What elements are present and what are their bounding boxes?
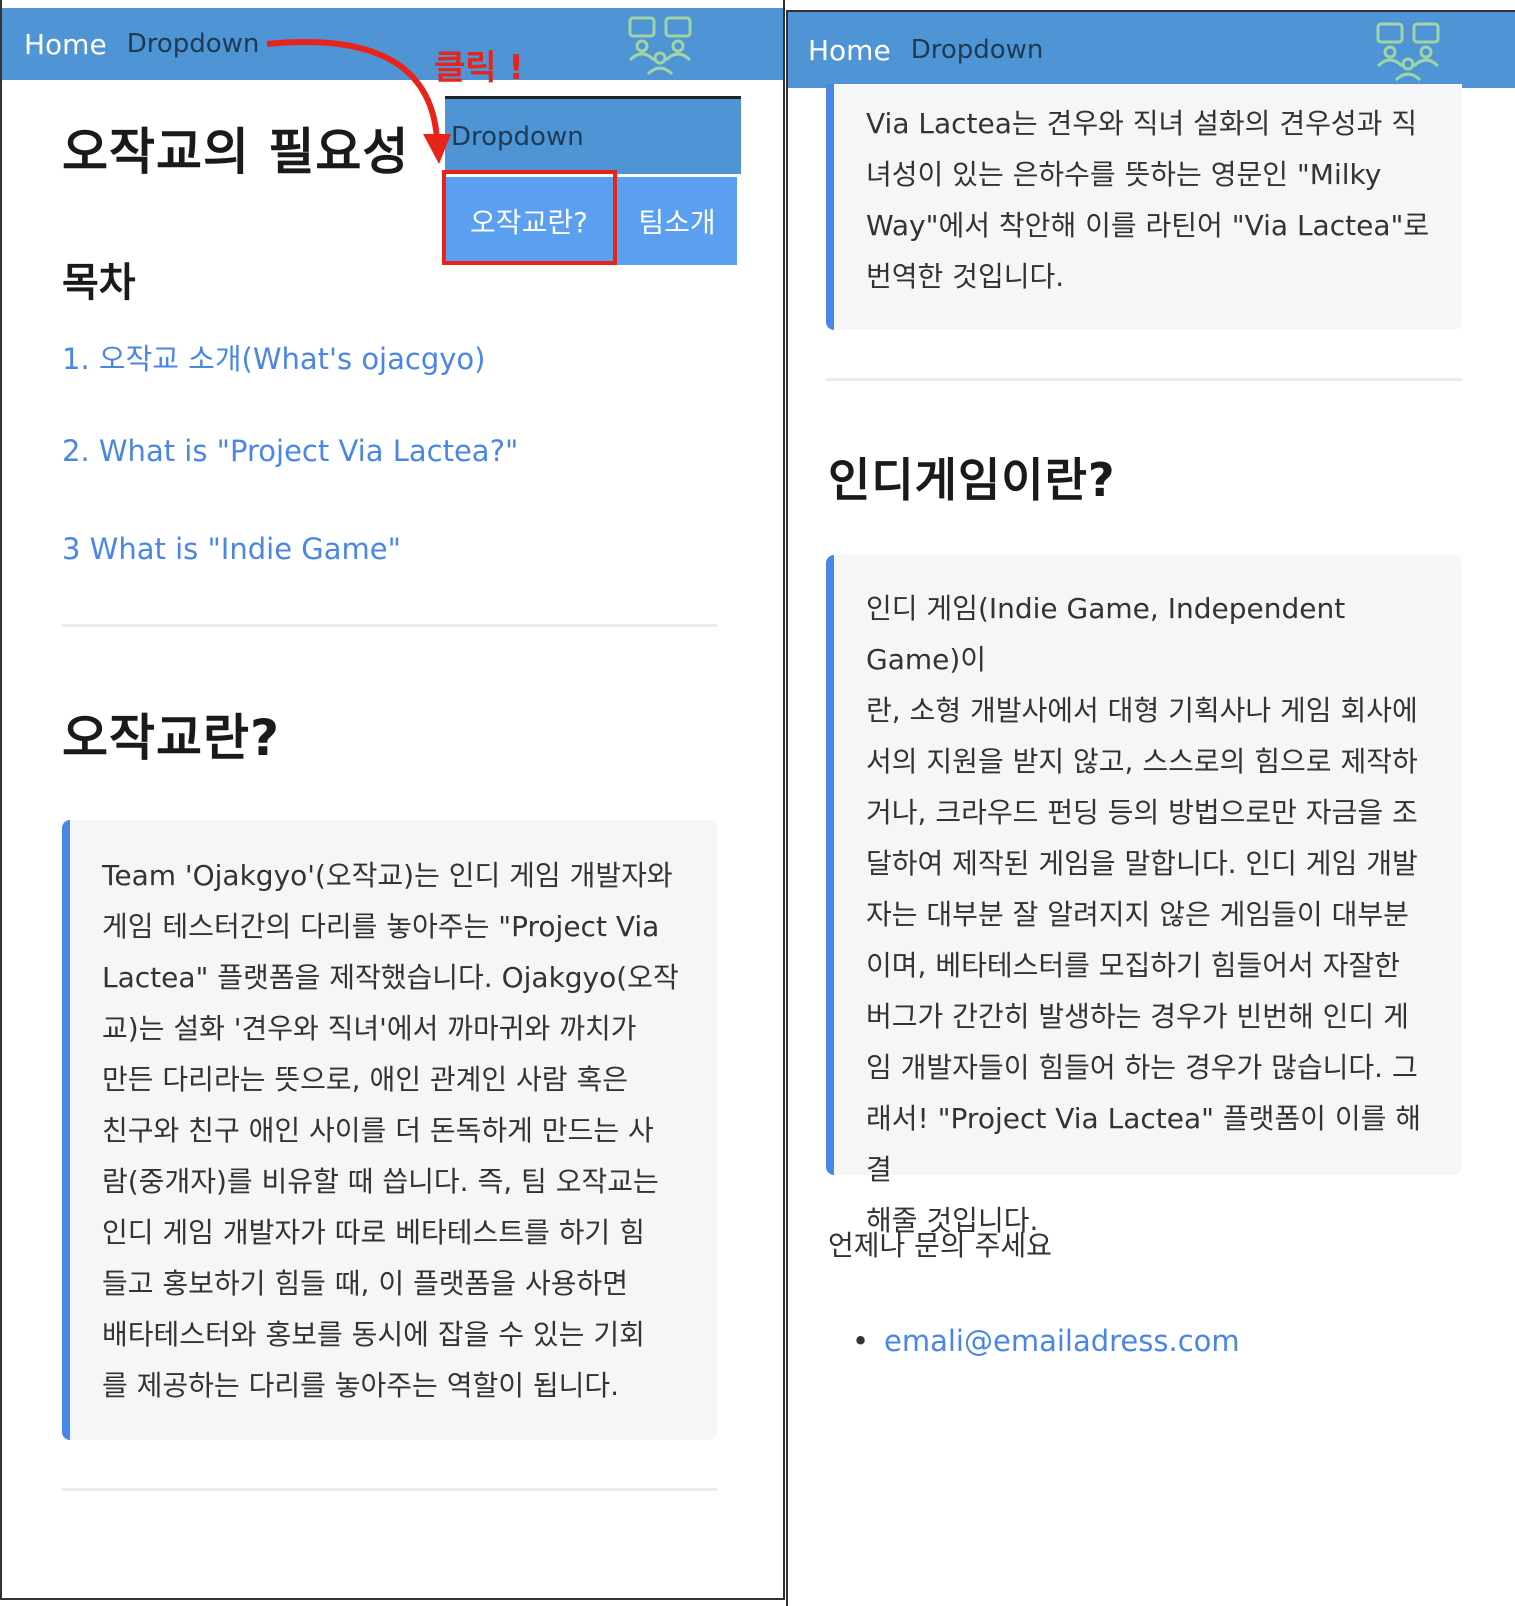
callout-line: Lactea" 플랫폼을 제작했습니다. Ojakgyo(오작 (102, 961, 679, 994)
left-screenshot-panel: Home Dropdown 오작교의 필요성 목차 1. 오작교 소개(What… (0, 0, 785, 1600)
email-link[interactable]: emali@emailadress.com (884, 1324, 1240, 1358)
click-highlight-box (442, 170, 617, 265)
callout-line: 교)는 설화 '견우와 직녀'에서 까마귀와 까치가 (102, 1012, 637, 1045)
callout-line: 들고 홍보하기 힘들 때, 이 플랫폼을 사용하면 (102, 1267, 628, 1300)
callout-line: Team 'Ojakgyo'(오작교)는 인디 게임 개발자와 (102, 859, 673, 892)
curved-arrow-icon (266, 38, 451, 164)
callout-line: Via Lactea는 견우와 직녀 설화의 견우성과 직 (866, 107, 1418, 140)
divider (826, 378, 1462, 381)
navbar: Home Dropdown (788, 12, 1515, 88)
section-title-indie: 인디게임이란? (828, 453, 1116, 507)
callout-line: 친구와 친구 애인 사이를 더 돈독하게 만드는 사 (102, 1114, 654, 1147)
callout-line: 게임 테스터간의 다리를 놓아주는 "Project Via (102, 910, 660, 943)
list-bullet: • (852, 1324, 870, 1358)
callout-line: 자는 대부분 잘 알려지지 않은 게임들이 대부분 (866, 898, 1409, 931)
divider (62, 624, 717, 627)
nav-home-link[interactable]: Home (808, 34, 891, 67)
callout-line: 배타테스터와 홍보를 동시에 잡을 수 있는 기회 (102, 1318, 645, 1351)
callout-line: 임 개발자들이 힘들어 하는 경우가 많습니다. 그 (866, 1051, 1418, 1084)
team-people-icon (628, 16, 692, 76)
callout-line: 번역한 것입니다. (866, 260, 1065, 293)
via-lactea-callout: Via Lactea는 견우와 직녀 설화의 견우성과 직 녀성이 있는 은하수… (826, 84, 1462, 330)
callout-line: 란, 소형 개발사에서 대형 기획사나 게임 회사에 (866, 694, 1418, 727)
callout-line: 인디 게임 개발자가 따로 베타테스트를 하기 힘 (102, 1216, 645, 1249)
nav-dropdown-toggle[interactable]: Dropdown (127, 29, 260, 59)
toc-link-3[interactable]: 3 What is "Indie Game" (62, 532, 401, 566)
toc-link-2[interactable]: 2. What is "Project Via Lactea?" (62, 434, 518, 468)
callout-line: 서의 지원을 받지 않고, 스스로의 힘으로 제작하 (866, 745, 1418, 778)
contact-text: 언제나 문의 주세요 (828, 1229, 1052, 1262)
callout-line: 를 제공하는 다리를 놓아주는 역할이 됩니다. (102, 1369, 620, 1402)
section-title-ojakgyo: 오작교란? (62, 709, 281, 767)
callout-line: 버그가 간간히 발생하는 경우가 빈번해 인디 게 (866, 1000, 1409, 1033)
nav-home-link[interactable]: Home (24, 28, 107, 61)
callout-line: 녀성이 있는 은하수를 뜻하는 영문인 "Milky (866, 158, 1382, 191)
callout-line: 이며, 베타테스터를 모집하기 힘들어서 자잘한 (866, 949, 1400, 982)
dropdown-item-team[interactable]: 팀소개 (617, 177, 737, 265)
right-screenshot-panel: Home Dropdown Via Lactea는 견우와 직녀 설화의 견우성… (786, 10, 1515, 1606)
callout-line: 람(중개자)를 비유할 때 씁니다. 즉, 팀 오작교는 (102, 1165, 659, 1198)
toc-link-1[interactable]: 1. 오작교 소개(What's ojacgyo) (62, 336, 485, 378)
callout-line: 만든 다리라는 뜻으로, 애인 관계인 사람 혹은 (102, 1063, 628, 1096)
callout-line: 달하여 제작된 게임을 말합니다. 인디 게임 개발 (866, 847, 1418, 880)
indie-game-callout: 인디 게임(Indie Game, Independent Game)이 란, … (826, 555, 1462, 1237)
toc-heading: 목차 (62, 260, 136, 306)
team-people-icon (1376, 22, 1440, 82)
callout-line: 거나, 크라우드 펀딩 등의 방법으로만 자금을 조 (866, 796, 1418, 829)
callout-line: 인디 게임(Indie Game, Independent Game)이 (866, 592, 1346, 676)
click-annotation-label: 클릭 ! (434, 48, 524, 88)
callout-line: Way"에서 착안해 이를 라틴어 "Via Lactea"로 (866, 209, 1430, 242)
dropdown-header[interactable]: Dropdown (445, 99, 741, 174)
callout-line: 래서! "Project Via Lactea" 플랫폼이 이를 해결 (866, 1102, 1422, 1186)
ojakgyo-callout: Team 'Ojakgyo'(오작교)는 인디 게임 개발자와 게임 테스터간의… (62, 820, 717, 1440)
divider (62, 1488, 717, 1491)
nav-dropdown-toggle[interactable]: Dropdown (911, 35, 1044, 65)
